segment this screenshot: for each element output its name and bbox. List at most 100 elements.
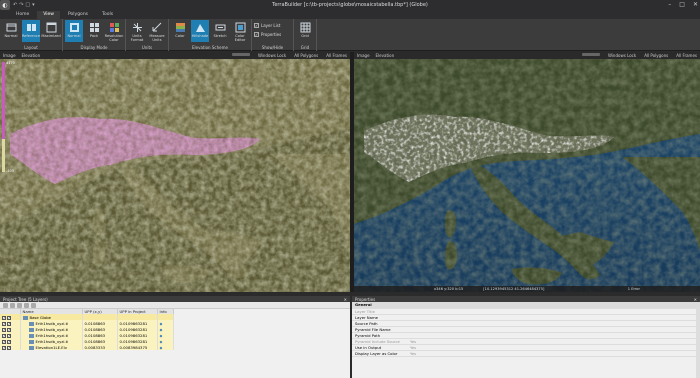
windows-lock-button[interactable]: Windows Lock: [258, 53, 286, 58]
layer-visibility-checkbox[interactable]: ✓: [7, 333, 11, 338]
opacity-slider[interactable]: [231, 53, 250, 56]
table-row[interactable]: ✓ ✓ Elevation1LE.Elv 0.0083333 0.0083984375 ◆: [0, 344, 174, 350]
menu-tab-tools[interactable]: Tools: [96, 11, 119, 19]
ribbon-group-label: Grid: [300, 45, 310, 50]
elevation-view[interactable]: Image Elevation Windows Lock All Polygon…: [0, 52, 350, 292]
ribbon-button-label: Grid: [301, 34, 309, 38]
hillshade-map[interactable]: [0, 59, 350, 292]
layer-visibility-checkbox[interactable]: ✓: [7, 315, 11, 320]
project-tree-panel: Project Tree (5 Layers) ✕ Name UPP (x,y)…: [0, 296, 350, 378]
pack-button[interactable]: Pack: [85, 20, 103, 42]
display-normal-icon: [69, 22, 80, 33]
ribbon-group-grid: Grid Grid: [294, 19, 317, 51]
minimize-icon[interactable]: –: [668, 1, 671, 8]
color-editor-button[interactable]: Color Editor: [231, 20, 249, 42]
checkbox-label: Layer List: [261, 23, 281, 28]
maximized-button[interactable]: Maximized: [41, 20, 61, 42]
layer-visibility-checkbox[interactable]: ✓: [7, 327, 11, 332]
imagery-map[interactable]: [354, 59, 700, 292]
layer-visibility-checkbox[interactable]: ✓: [2, 333, 6, 338]
layer-visibility-checkbox[interactable]: ✓: [7, 339, 11, 344]
color-editor-icon: [235, 22, 246, 33]
resolution-color-button[interactable]: Resolution Color: [105, 20, 123, 42]
menu-tab-home[interactable]: Home: [10, 11, 35, 19]
menu-tab-polygons[interactable]: Polygons: [62, 11, 94, 19]
color-button[interactable]: Color: [171, 20, 189, 42]
layout-maximized-icon: [46, 22, 57, 33]
layer-icon: [28, 321, 34, 326]
all-polygons-button[interactable]: All Polygons: [644, 53, 668, 58]
tab-image[interactable]: Image: [357, 53, 370, 58]
close-icon[interactable]: ✕: [344, 297, 350, 302]
normal-button[interactable]: Normal: [65, 20, 83, 42]
tab-elevation[interactable]: Elevation: [22, 53, 41, 58]
menu-bar: Home View Polygons Tools: [0, 10, 700, 19]
pixel-readout: x346 y:320 b:15: [434, 287, 464, 291]
grid-button[interactable]: Grid: [296, 20, 314, 42]
grid-icon: [300, 22, 311, 33]
windows-lock-button[interactable]: Windows Lock: [608, 53, 636, 58]
units-format-icon: [132, 22, 143, 33]
layer-visibility-checkbox[interactable]: ✓: [7, 321, 11, 326]
close-icon[interactable]: ✕: [694, 297, 700, 302]
move-down-icon[interactable]: [24, 302, 29, 308]
measure-units-button[interactable]: Measure Units: [148, 20, 166, 42]
layer-icon: [28, 345, 34, 350]
error-indicator[interactable]: 1 Error: [628, 287, 700, 291]
property-row[interactable]: Display Layer as Color Yes: [352, 350, 700, 357]
checkbox[interactable]: ✓: [254, 23, 259, 28]
opacity-slider[interactable]: [581, 53, 600, 56]
properties-scrollbar[interactable]: [696, 309, 700, 378]
ribbon: Normal Reference Maximized Layout Normal Pack…: [0, 19, 700, 51]
layer-visibility-checkbox[interactable]: ✓: [2, 315, 6, 320]
project-tree-title: Project Tree (5 Layers): [3, 296, 48, 302]
units-format-button[interactable]: Units Format: [128, 20, 146, 42]
ribbon-button-label: Normal: [67, 34, 81, 38]
add-layer-icon[interactable]: [3, 302, 8, 308]
ribbon-button-label: Hillshade: [191, 34, 209, 38]
layer-visibility-checkbox[interactable]: ✓: [2, 345, 6, 350]
layer-visibility-checkbox[interactable]: ✓: [7, 345, 11, 350]
all-polygons-button[interactable]: All Polygons: [294, 53, 318, 58]
quick-access-button[interactable]: □: [25, 2, 30, 8]
window-buttons: – □ ✕: [668, 1, 698, 8]
all-frames-button[interactable]: All Frames: [676, 53, 697, 58]
property-value[interactable]: Yes: [407, 350, 700, 357]
layer-visibility-checkbox[interactable]: ✓: [2, 327, 6, 332]
imagery-view[interactable]: Image Elevation Windows Lock All Polygon…: [354, 52, 700, 292]
layer-name-cell: Elevation1LE.Elv: [20, 344, 83, 350]
quick-access-button[interactable]: ↷: [19, 2, 23, 8]
quick-access-button[interactable]: ▾: [32, 2, 35, 8]
upp-cell: 0.0083333: [82, 344, 118, 350]
remove-layer-icon[interactable]: [10, 302, 15, 308]
move-up-icon[interactable]: [17, 302, 22, 308]
quick-access-button[interactable]: ↶: [13, 2, 17, 8]
toggle-properties[interactable]: ✓ Properties: [254, 31, 291, 38]
layer-visibility-checkbox[interactable]: ✓: [2, 321, 6, 326]
refresh-icon[interactable]: [31, 302, 36, 308]
close-icon[interactable]: ✕: [693, 1, 698, 8]
hillshade-button[interactable]: Hillshade: [191, 20, 209, 42]
property-key: Display Layer as Color: [352, 350, 407, 357]
legend-max-label: 4170: [6, 61, 15, 65]
menu-tab-view[interactable]: View: [37, 11, 60, 19]
layer-visibility-checkbox[interactable]: ✓: [2, 339, 6, 344]
stretch-button[interactable]: Stretch: [211, 20, 229, 42]
ribbon-button-label: Reference: [21, 34, 41, 38]
toggle-layer-list[interactable]: ✓ Layer List: [254, 22, 291, 29]
ribbon-group-elevation-scheme: Color Hillshade Stretch Color Editor Elevati…: [169, 19, 252, 51]
tab-elevation[interactable]: Elevation: [376, 53, 395, 58]
all-frames-button[interactable]: All Frames: [326, 53, 347, 58]
ribbon-button-label: Resolution Color: [104, 34, 124, 42]
reference-button[interactable]: Reference: [22, 20, 40, 42]
maximize-icon[interactable]: □: [679, 1, 685, 8]
normal-button[interactable]: Normal: [2, 20, 20, 42]
info-icon[interactable]: ◆: [157, 344, 174, 350]
upp-project-cell: 0.0083984375: [117, 344, 158, 350]
layout-reference-icon: [26, 22, 37, 33]
checkbox[interactable]: ✓: [254, 32, 259, 37]
ribbon-group-label: Display Mode: [80, 45, 108, 50]
layer-icon: [28, 327, 34, 332]
tab-image[interactable]: Image: [3, 53, 16, 58]
ribbon-group-units: Units Format Measure Units Units: [126, 19, 169, 51]
